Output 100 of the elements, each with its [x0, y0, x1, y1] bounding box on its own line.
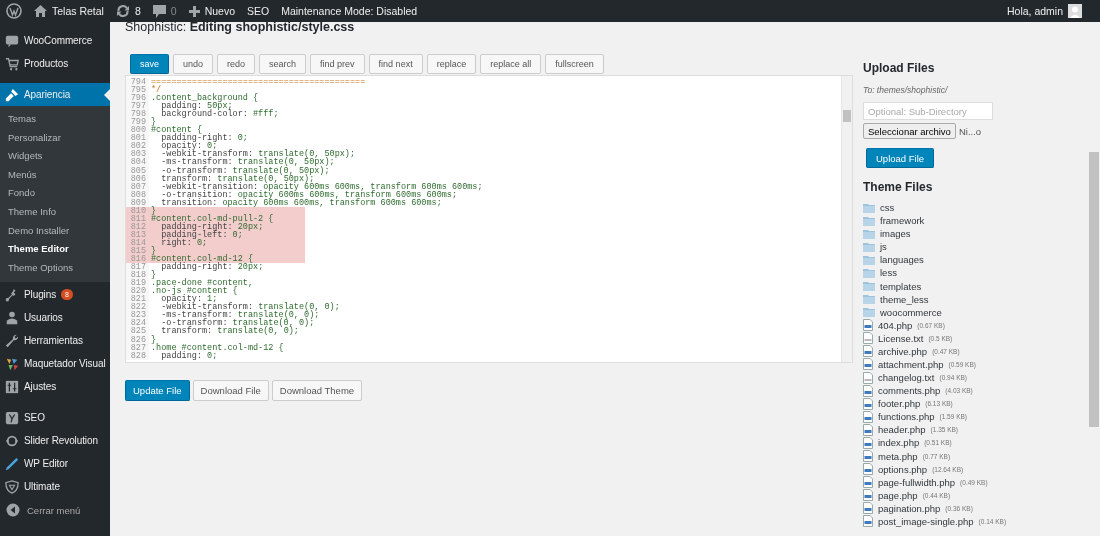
sidebar-item[interactable]: Ajustes	[0, 375, 110, 399]
file-link[interactable]: comments.php	[878, 385, 941, 397]
input-field[interactable]: Optional: Sub-Directory	[863, 102, 993, 120]
upload-button[interactable]: Upload File	[866, 148, 935, 168]
sidebar-item[interactable]: WooCommerce	[0, 29, 110, 52]
choose-file-button[interactable]: Seleccionar archivo	[863, 123, 956, 139]
file-link[interactable]: page.php	[878, 489, 918, 501]
admin-bar-link[interactable]: Maintenance Mode: Disabled	[281, 5, 418, 17]
file-link[interactable]: index.php	[878, 437, 920, 449]
sidebar-item[interactable]: Herramientas	[0, 329, 110, 353]
sidebar-item[interactable]: Productos	[0, 52, 110, 75]
cart-icon	[5, 56, 19, 71]
toolbar-button[interactable]: find prev	[310, 54, 365, 74]
sidebar-item[interactable]: Slider Revolution	[0, 429, 110, 453]
toolbar-button[interactable]: replace all	[480, 54, 542, 74]
admin-bar-link[interactable]: Nuevo	[204, 5, 235, 17]
line-number: 827	[126, 343, 149, 352]
sidebar-item[interactable]: Apariencia	[0, 83, 110, 106]
folder-icon	[863, 254, 875, 265]
submenu-item[interactable]: Theme Editor	[0, 240, 110, 259]
file-link[interactable]: attachment.php	[878, 358, 944, 370]
sidebar-item[interactable]: Usuarios	[0, 306, 110, 330]
line-number: 800	[126, 126, 149, 135]
line-number: 805	[126, 166, 149, 175]
file-link[interactable]: pagination.php	[878, 502, 941, 514]
file-link[interactable]: meta.php	[878, 450, 918, 462]
line-number: 824	[126, 319, 149, 328]
plus-icon	[188, 5, 200, 17]
toolbar-button[interactable]: undo	[173, 54, 214, 74]
code-line: opacity: 0;	[160, 142, 218, 151]
folder-icon	[863, 281, 875, 291]
line-number: 794	[126, 78, 149, 87]
code-line: opacity: 1;	[161, 295, 218, 304]
file-link[interactable]: css	[880, 202, 895, 214]
file-link[interactable]: languages	[880, 254, 924, 266]
code-line: .home #content.col-md-12 {	[150, 343, 285, 352]
site-name-link[interactable]: Telas Retal	[52, 5, 104, 17]
folder-icon	[863, 241, 875, 252]
code-line: -ms-transform: translate(0, 50px);	[160, 158, 335, 167]
sidebar-item[interactable]: Ultimate	[0, 475, 110, 499]
collapse-menu-link[interactable]: Cerrar menú	[27, 504, 81, 516]
button[interactable]: Download File	[192, 380, 269, 401]
line-number: 798	[126, 110, 149, 119]
sidebar-item[interactable]: SEO	[0, 406, 110, 430]
file-link[interactable]: 404.php	[878, 319, 913, 331]
toolbar-button[interactable]: search	[259, 54, 307, 74]
file-link[interactable]: changelog.txt	[878, 372, 935, 384]
file-icon	[863, 476, 873, 489]
sidebar-item[interactable]: WP Editor	[0, 452, 110, 476]
puzzle-icon	[5, 356, 19, 371]
file-link[interactable]: theme_less	[880, 293, 929, 305]
file-link[interactable]: templates	[880, 280, 922, 292]
file-link[interactable]: header.php	[878, 424, 926, 436]
code-line: .no-js #content {	[150, 287, 238, 296]
file-link[interactable]: License.txt	[878, 332, 924, 344]
file-link[interactable]: woocommerce	[880, 306, 942, 318]
file-icon	[863, 436, 873, 449]
file-icon	[863, 515, 873, 528]
file-link[interactable]: js	[880, 241, 887, 253]
toolbar-button[interactable]: find next	[368, 54, 423, 74]
line-number: 804	[126, 158, 149, 167]
submenu-item[interactable]: Theme Info	[0, 202, 110, 222]
admin-bar-link[interactable]: SEO	[247, 5, 270, 17]
button[interactable]: Download Theme	[271, 380, 363, 401]
line-number: 802	[126, 142, 149, 151]
sidebar-item-label: Herramientas	[24, 335, 83, 347]
submenu-item[interactable]: Temas	[0, 110, 110, 129]
wrench-icon	[5, 333, 19, 348]
toolbar-button[interactable]: replace	[426, 54, 477, 74]
updates-count[interactable]: 8	[134, 5, 141, 17]
scrollbar[interactable]	[841, 76, 852, 362]
file-link[interactable]: framework	[880, 215, 925, 227]
submenu-item[interactable]: Menús	[0, 165, 110, 185]
file-link[interactable]: options.php	[878, 463, 928, 475]
submenu-item[interactable]: Fondo	[0, 184, 110, 203]
file-link[interactable]: archive.php	[878, 345, 928, 357]
file-link[interactable]: page-fullwidth.php	[878, 476, 956, 488]
line-number: 821	[126, 295, 149, 304]
file-link[interactable]: images	[880, 228, 911, 240]
file-link[interactable]: functions.php	[878, 411, 935, 423]
file-icon	[863, 489, 873, 502]
file-link[interactable]: post_image-single.php	[878, 515, 974, 527]
file-link[interactable]: less	[880, 267, 897, 279]
submenu-item[interactable]: Personalizar	[0, 128, 110, 148]
submenu-item[interactable]: Theme Options	[0, 258, 110, 278]
file-link[interactable]: footer.php	[878, 398, 921, 410]
submenu-item[interactable]: Demo Installer	[0, 221, 110, 241]
save-button[interactable]: save	[130, 54, 169, 74]
code-line: }	[150, 118, 157, 127]
file-icon	[863, 502, 873, 515]
line-number: 806	[126, 174, 149, 183]
toolbar-button[interactable]: redo	[217, 54, 256, 74]
submenu-item[interactable]: Widgets	[0, 147, 110, 166]
account-greeting[interactable]: Hola, admin	[1006, 5, 1063, 17]
file-icon	[863, 384, 873, 397]
comments-count[interactable]: 0	[170, 5, 177, 17]
toolbar-button[interactable]: fullscreen	[545, 54, 604, 74]
code-line: padding-right: 20px;	[160, 263, 265, 272]
sidebar-item[interactable]: Maquetador Visual	[0, 352, 110, 376]
button[interactable]: Update File	[125, 380, 190, 401]
